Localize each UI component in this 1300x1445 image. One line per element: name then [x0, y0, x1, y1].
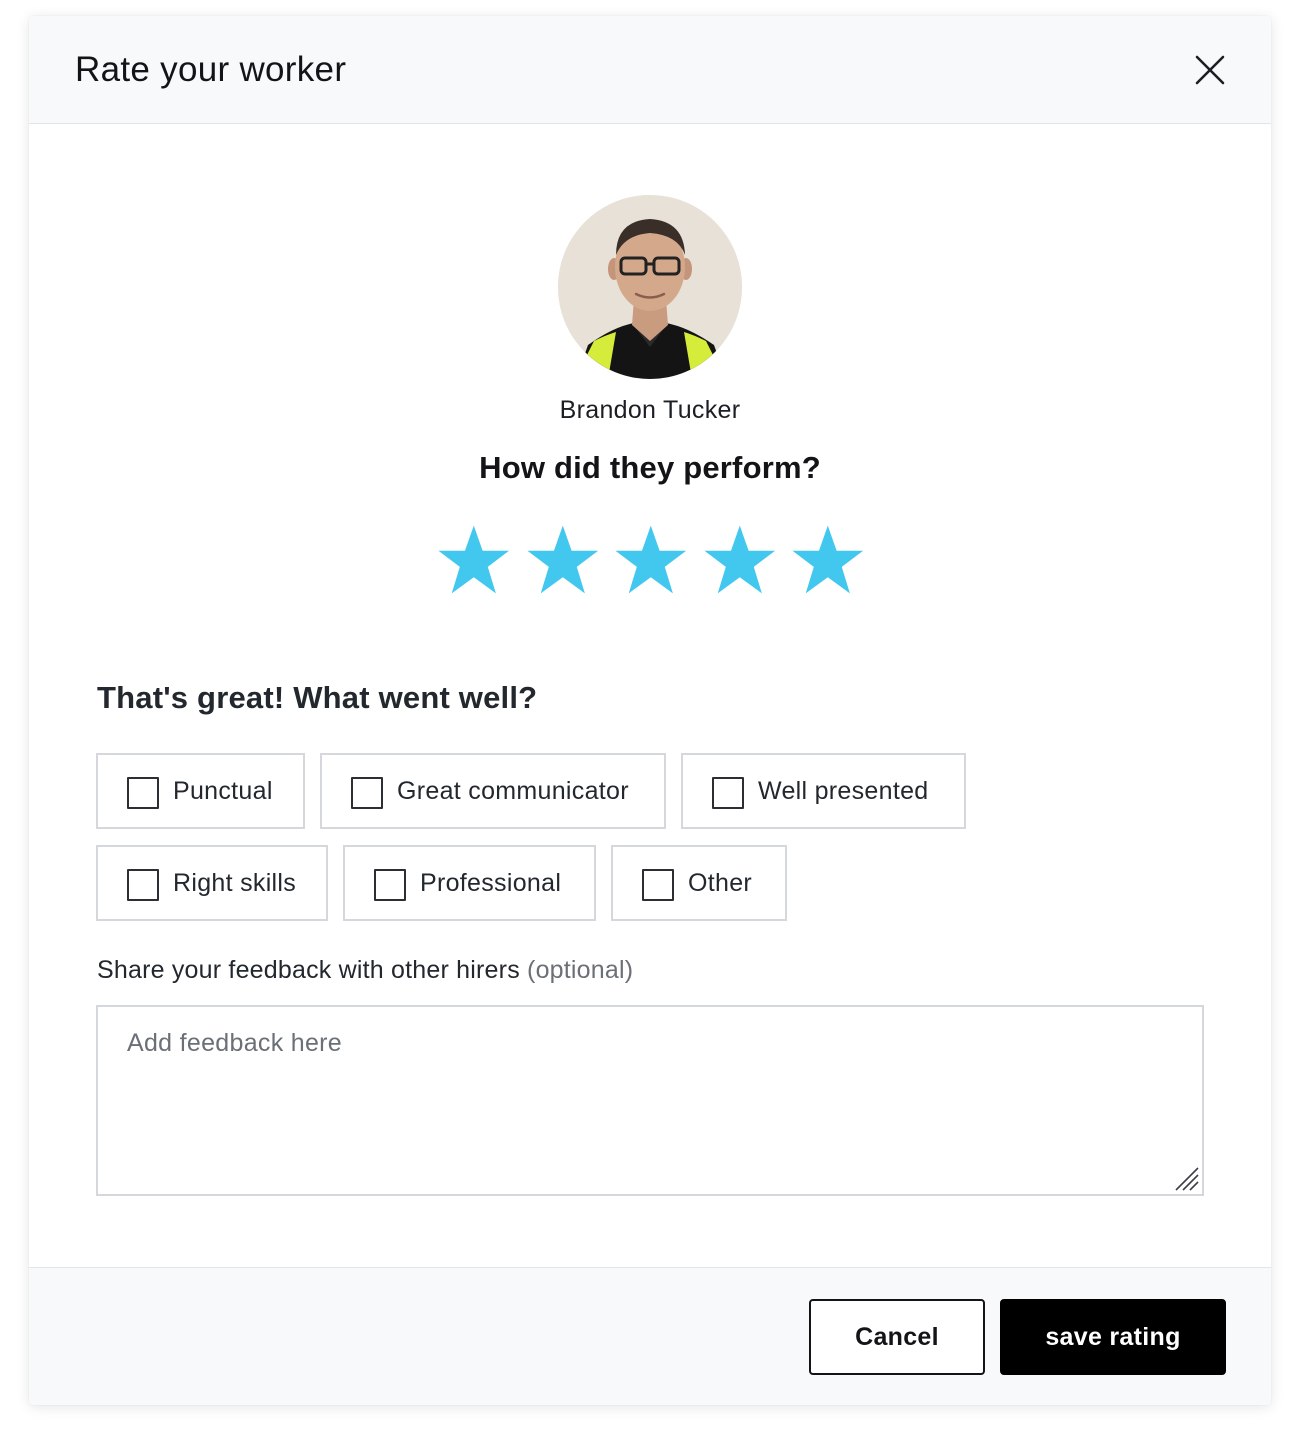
- star-icon[interactable]: [614, 524, 688, 598]
- option-label: Professional: [420, 869, 562, 897]
- option-punctual[interactable]: Punctual: [96, 753, 305, 829]
- option-label: Well presented: [758, 777, 929, 805]
- optional-note: (optional): [527, 956, 634, 984]
- modal-footer: Cancel save rating: [29, 1267, 1271, 1405]
- close-icon[interactable]: [1190, 50, 1230, 90]
- checkbox[interactable]: [374, 869, 406, 901]
- modal-header: Rate your worker: [29, 16, 1271, 124]
- resize-handle-icon[interactable]: [1172, 1164, 1200, 1192]
- checkbox[interactable]: [127, 869, 159, 901]
- modal-title: Rate your worker: [75, 50, 347, 89]
- checkbox[interactable]: [712, 777, 744, 809]
- worker-avatar: [558, 195, 742, 379]
- option-right-skills[interactable]: Right skills: [96, 845, 328, 921]
- worker-avatar-photo: [558, 195, 742, 379]
- went-well-heading: That's great! What went well?: [97, 680, 538, 715]
- option-well-presented[interactable]: Well presented: [681, 753, 966, 829]
- performance-question: How did they perform?: [479, 450, 821, 485]
- star-icon[interactable]: [703, 524, 777, 598]
- checkbox[interactable]: [642, 869, 674, 901]
- checkbox[interactable]: [127, 777, 159, 809]
- option-other[interactable]: Other: [611, 845, 787, 921]
- option-label: Great communicator: [397, 777, 629, 805]
- feedback-textarea[interactable]: Add feedback here: [96, 1005, 1204, 1196]
- save-rating-button[interactable]: save rating: [1000, 1299, 1226, 1375]
- worker-name: Brandon Tucker: [559, 396, 741, 424]
- feedback-placeholder: Add feedback here: [127, 1029, 342, 1057]
- rate-worker-modal: Rate your worker Brandon Tucker How did …: [29, 16, 1271, 1405]
- option-label: Right skills: [173, 869, 297, 897]
- option-great-communicator[interactable]: Great communicator: [320, 753, 666, 829]
- star-rating: [437, 524, 865, 602]
- cancel-button[interactable]: Cancel: [809, 1299, 985, 1375]
- feedback-label-text: Share your feedback with other hirers: [97, 956, 520, 984]
- option-label: Punctual: [173, 777, 273, 805]
- star-icon[interactable]: [437, 524, 511, 598]
- star-icon[interactable]: [791, 524, 865, 598]
- option-professional[interactable]: Professional: [343, 845, 596, 921]
- checkbox[interactable]: [351, 777, 383, 809]
- star-icon[interactable]: [526, 524, 600, 598]
- feedback-label: Share your feedback with other hirers (o…: [97, 956, 633, 985]
- option-label: Other: [688, 869, 753, 897]
